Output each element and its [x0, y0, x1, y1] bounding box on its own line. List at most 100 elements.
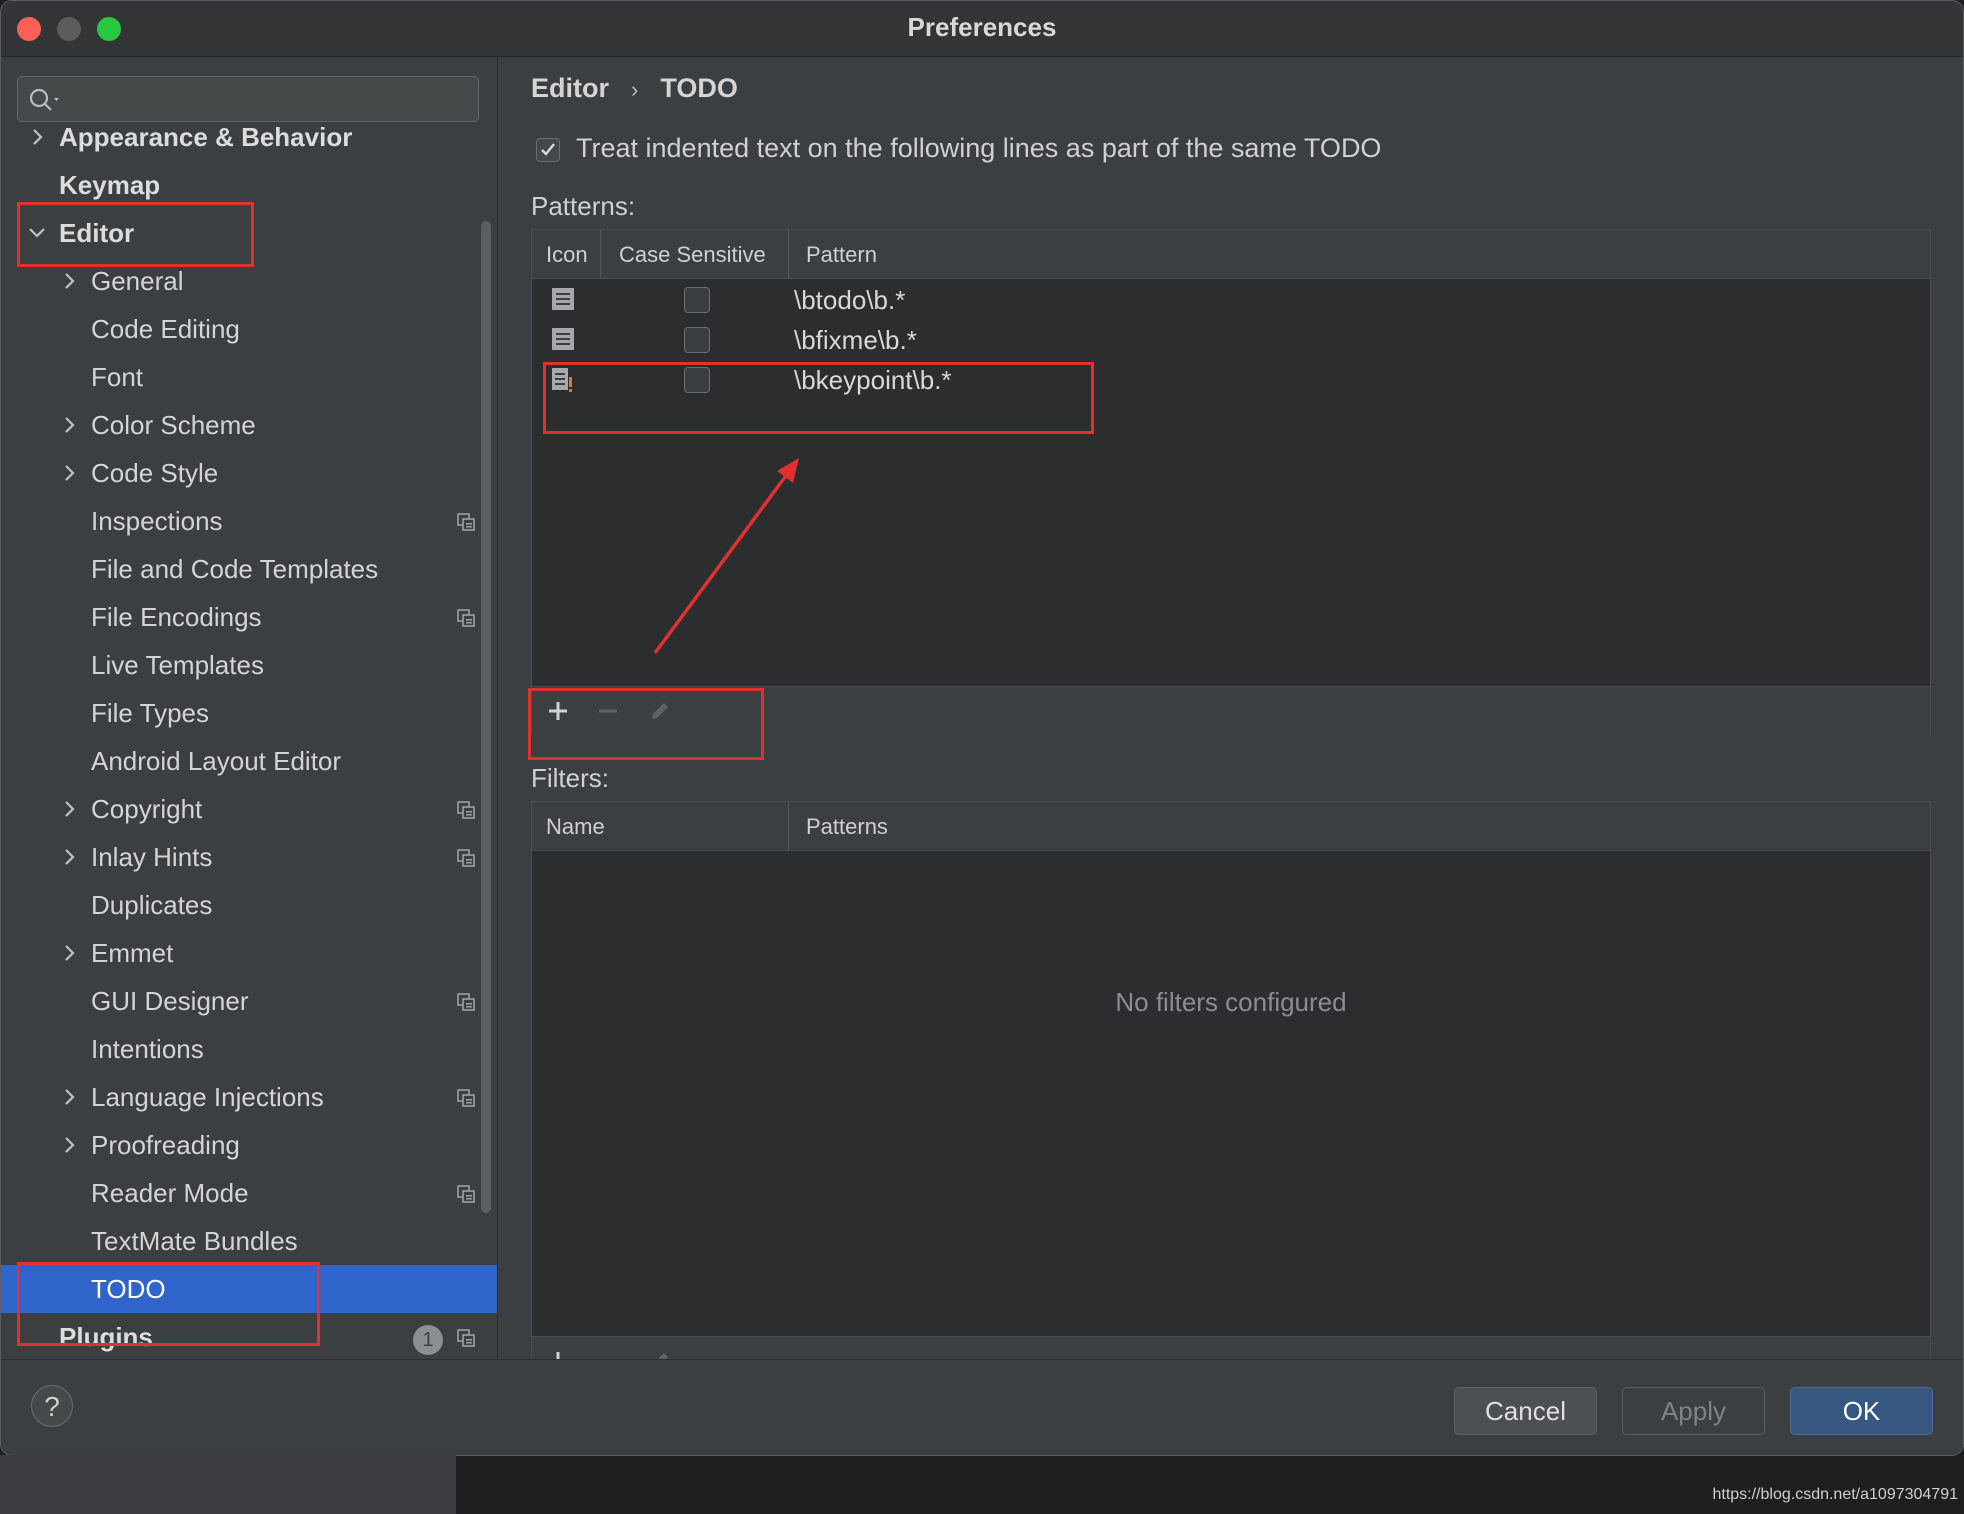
annotation-box-keypoint — [543, 362, 1094, 434]
column-name[interactable]: Name — [546, 814, 605, 840]
project-level-settings-icon — [457, 993, 475, 1011]
filters-table-header: Name Patterns — [532, 802, 1930, 851]
background-area — [0, 1455, 456, 1514]
breadcrumb: Editor › TODO — [531, 73, 738, 104]
sidebar-item-duplicates[interactable]: Duplicates — [1, 881, 497, 929]
sidebar-item-label: Inlay Hints — [91, 842, 213, 872]
column-case-sensitive[interactable]: Case Sensitive — [619, 242, 766, 268]
annotation-box-editor — [17, 202, 254, 267]
todo-icon — [552, 288, 574, 310]
pattern-row[interactable]: \btodo\b.* — [532, 280, 1930, 320]
sidebar-item-reader-mode[interactable]: Reader Mode — [1, 1169, 497, 1217]
sidebar-item-color-scheme[interactable]: Color Scheme — [1, 401, 497, 449]
annotation-arrow-icon — [653, 458, 799, 655]
sidebar-item-live-templates[interactable]: Live Templates — [1, 641, 497, 689]
sidebar-item-label: Color Scheme — [91, 410, 256, 440]
project-level-settings-icon — [457, 513, 475, 531]
sidebar-item-appearance-behavior[interactable]: Appearance & Behavior — [1, 113, 497, 161]
ok-button[interactable]: OK — [1790, 1387, 1933, 1435]
patterns-table-header: Icon Case Sensitive Pattern — [532, 230, 1930, 279]
annotation-box-add-toolbar — [528, 688, 764, 760]
breadcrumb-editor[interactable]: Editor — [531, 73, 609, 104]
sidebar-item-inlay-hints[interactable]: Inlay Hints — [1, 833, 497, 881]
column-icon[interactable]: Icon — [546, 242, 588, 268]
treat-indented-label: Treat indented text on the following lin… — [576, 133, 1382, 163]
column-patterns[interactable]: Patterns — [806, 814, 888, 840]
window-title: Preferences — [907, 12, 1057, 42]
apply-button[interactable]: Apply — [1622, 1387, 1765, 1435]
sidebar-item-label: File Types — [91, 698, 210, 728]
chevron-right-icon[interactable] — [57, 797, 81, 821]
breadcrumb-todo: TODO — [660, 73, 738, 103]
sidebar-item-label: File and Code Templates — [91, 554, 379, 584]
sidebar-item-label: Code Style — [91, 458, 219, 488]
sidebar-item-code-editing[interactable]: Code Editing — [1, 305, 497, 353]
chevron-right-icon[interactable] — [25, 125, 49, 149]
sidebar-item-proofreading[interactable]: Proofreading — [1, 1121, 497, 1169]
preferences-window: Preferences Appearance & Behavior Keymap E… — [0, 0, 1964, 1456]
pattern-row[interactable]: \bfixme\b.* — [532, 320, 1930, 360]
sidebar-item-file-and-code-templates[interactable]: File and Code Templates — [1, 545, 497, 593]
treat-indented-checkbox[interactable] — [536, 138, 560, 162]
breadcrumb-separator-icon: › — [631, 77, 639, 102]
sidebar-item-label: Emmet — [91, 938, 174, 968]
sidebar-item-intentions[interactable]: Intentions — [1, 1025, 497, 1073]
search-icon — [29, 88, 59, 111]
case-sensitive-checkbox[interactable] — [684, 287, 710, 313]
sidebar-item-file-encodings[interactable]: File Encodings — [1, 593, 497, 641]
annotation-box-todo — [17, 1262, 320, 1346]
updates-count-badge: 1 — [413, 1325, 443, 1355]
project-level-settings-icon — [457, 609, 475, 627]
pattern-text: \btodo\b.* — [794, 285, 906, 315]
chevron-right-icon[interactable] — [57, 1133, 81, 1157]
column-divider — [788, 802, 789, 850]
sidebar-item-label: Font — [91, 362, 144, 392]
chevron-right-icon[interactable] — [57, 845, 81, 869]
dialog-button-bar: ? Cancel Apply OK — [1, 1359, 1963, 1455]
chevron-right-icon[interactable] — [57, 413, 81, 437]
filters-table: Name Patterns No filters configured — [531, 801, 1931, 1385]
chevron-right-icon[interactable] — [57, 269, 81, 293]
sidebar-item-label: Duplicates — [91, 890, 213, 920]
sidebar-item-language-injections[interactable]: Language Injections — [1, 1073, 497, 1121]
help-button[interactable]: ? — [31, 1385, 73, 1427]
sidebar-item-label: Inspections — [91, 506, 223, 536]
checkmark-icon — [541, 143, 555, 156]
sidebar-item-file-types[interactable]: File Types — [1, 689, 497, 737]
chevron-right-icon[interactable] — [57, 941, 81, 965]
title-bar: Preferences — [1, 1, 1963, 57]
sidebar-item-label: Language Injections — [91, 1082, 324, 1112]
column-divider — [600, 230, 601, 278]
sidebar-item-font[interactable]: Font — [1, 353, 497, 401]
sidebar-item-label: Live Templates — [91, 650, 264, 680]
sidebar-item-emmet[interactable]: Emmet — [1, 929, 497, 977]
sidebar-item-label: Appearance & Behavior — [59, 122, 353, 152]
sidebar-item-label: File Encodings — [91, 602, 262, 632]
project-level-settings-icon — [457, 801, 475, 819]
project-level-settings-icon — [457, 849, 475, 867]
sidebar-item-label: Android Layout Editor — [91, 746, 342, 776]
sidebar-item-copyright[interactable]: Copyright — [1, 785, 497, 833]
sidebar-item-android-layout-editor[interactable]: Android Layout Editor — [1, 737, 497, 785]
sidebar-item-label: Code Editing — [91, 314, 240, 344]
cancel-button[interactable]: Cancel — [1454, 1387, 1597, 1435]
project-level-settings-icon — [457, 1185, 475, 1203]
sidebar-item-textmate-bundles[interactable]: TextMate Bundles — [1, 1217, 497, 1265]
sidebar-scrollbar[interactable] — [481, 221, 491, 1213]
todo-icon — [552, 328, 574, 350]
case-sensitive-checkbox[interactable] — [684, 327, 710, 353]
sidebar-item-code-style[interactable]: Code Style — [1, 449, 497, 497]
filters-label: Filters: — [531, 763, 609, 793]
patterns-label: Patterns: — [531, 191, 636, 221]
sidebar-item-inspections[interactable]: Inspections — [1, 497, 497, 545]
chevron-right-icon[interactable] — [57, 1085, 81, 1109]
sidebar-item-label: Proofreading — [91, 1130, 240, 1160]
sidebar-item-gui-designer[interactable]: GUI Designer — [1, 977, 497, 1025]
column-divider — [788, 230, 789, 278]
sidebar-item-label: Reader Mode — [91, 1178, 249, 1208]
chevron-right-icon[interactable] — [57, 461, 81, 485]
project-level-settings-icon — [457, 1089, 475, 1107]
sidebar-item-label: GUI Designer — [91, 986, 249, 1016]
column-pattern[interactable]: Pattern — [806, 242, 877, 268]
sidebar-item-label: Intentions — [91, 1034, 204, 1064]
